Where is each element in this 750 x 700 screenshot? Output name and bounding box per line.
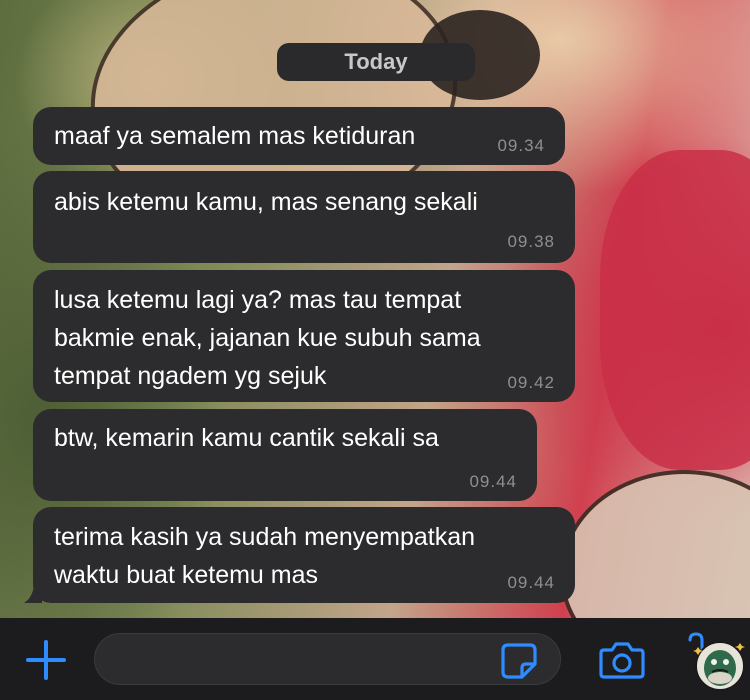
camera-icon[interactable] <box>598 640 646 680</box>
date-separator: Today <box>277 43 475 81</box>
message-time: 09.42 <box>507 373 555 392</box>
wallpaper-shape <box>600 150 750 470</box>
mic-sticker-icon[interactable] <box>684 632 746 694</box>
message-input[interactable] <box>94 633 561 685</box>
message-text: btw, kemarin kamu cantik sekali sa <box>54 424 439 452</box>
message-text: maaf ya semalem mas ketiduran <box>54 122 416 150</box>
message-bubble[interactable]: abis ketemu kamu, mas senang sekali 09.3… <box>33 171 575 263</box>
message-time: 09.38 <box>507 232 555 251</box>
message-bubble[interactable]: btw, kemarin kamu cantik sekali sa 09.44 <box>33 409 537 501</box>
message-time: 09.44 <box>507 573 555 592</box>
message-text: abis ketemu kamu, mas senang sekali <box>54 188 478 216</box>
message-time: 09.44 <box>469 472 517 491</box>
sticker-icon[interactable] <box>500 642 538 680</box>
message-bubble[interactable]: lusa ketemu lagi ya? mas tau tempat bakm… <box>33 270 575 402</box>
message-text: lusa ketemu lagi ya? mas tau tempat bakm… <box>54 286 481 390</box>
message-bubble[interactable]: terima kasih ya sudah menyempatkan waktu… <box>33 507 575 603</box>
message-bubble[interactable]: maaf ya semalem mas ketiduran 09.34 <box>33 107 565 165</box>
bubble-tail <box>24 586 42 603</box>
wallpaper-shape <box>560 470 750 620</box>
message-time: 09.34 <box>497 136 545 155</box>
plus-icon[interactable] <box>24 638 68 682</box>
message-text: terima kasih ya sudah menyempatkan waktu… <box>54 523 476 589</box>
